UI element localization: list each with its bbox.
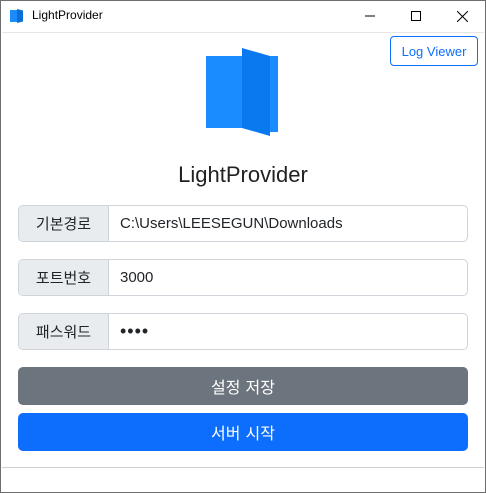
minimize-button[interactable] [347,1,393,31]
close-button[interactable] [439,1,485,31]
password-input[interactable]: •••• [109,314,467,349]
base-path-input[interactable]: C:\Users\LEESEGUN\Downloads [109,206,467,241]
title-bar[interactable]: LightProvider [1,1,485,31]
app-name-heading: LightProvider [178,162,308,187]
door-logo-icon [206,48,278,136]
close-icon [456,10,468,22]
base-path-label: 기본경로 [19,206,109,241]
port-input[interactable]: 3000 [109,260,467,295]
maximize-icon [411,11,421,21]
save-settings-button[interactable]: 설정 저장 [18,367,468,405]
log-viewer-button[interactable]: Log Viewer [390,36,478,66]
start-server-button[interactable]: 서버 시작 [18,413,468,451]
maximize-button[interactable] [393,1,439,31]
minimize-icon [365,15,375,17]
door-icon [10,9,23,23]
password-label: 패스워드 [19,314,109,349]
window-title: LightProvider [32,8,103,22]
password-field: 패스워드 •••• [18,313,468,350]
port-label: 포트번호 [19,260,109,295]
base-path-field: 기본경로 C:\Users\LEESEGUN\Downloads [18,205,468,242]
port-field: 포트번호 3000 [18,259,468,296]
